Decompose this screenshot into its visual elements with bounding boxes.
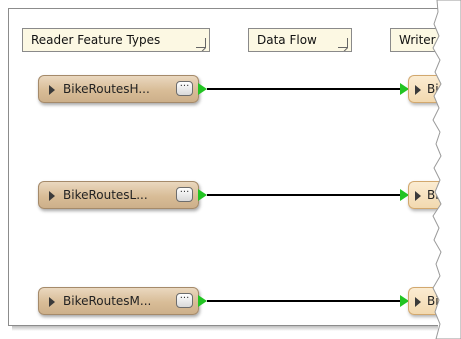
torn-edge-path [432,0,461,339]
torn-edge-decoration [432,0,461,339]
